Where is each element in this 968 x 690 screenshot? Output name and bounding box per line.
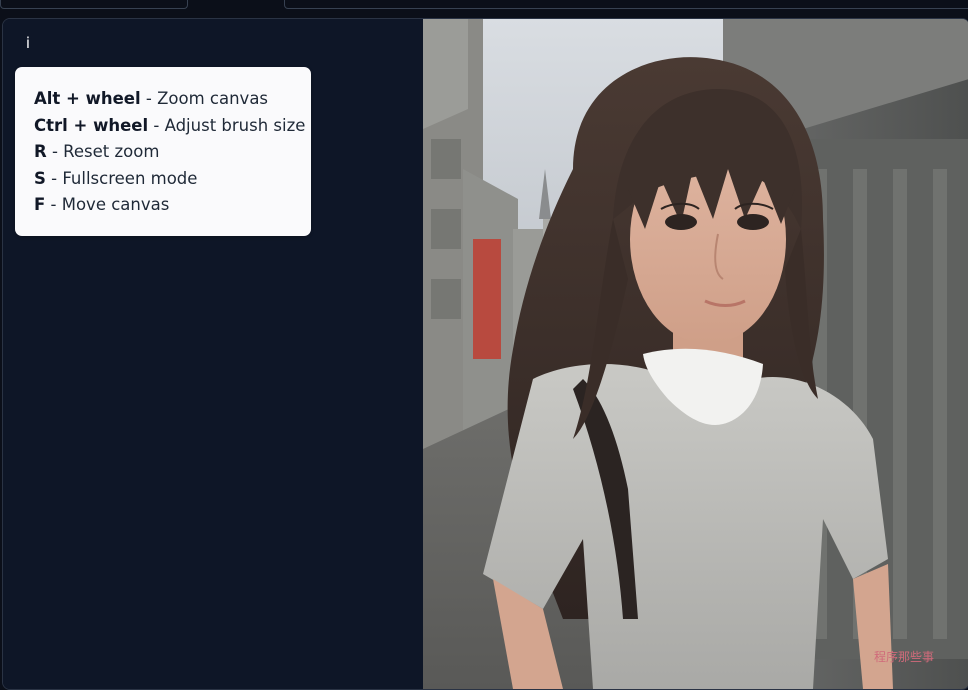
shortcut-key: F — [34, 195, 46, 214]
tab-left[interactable] — [0, 0, 188, 9]
inpaint-canvas-panel[interactable]: i Alt + wheel - Zoom canvas Ctrl + wheel… — [2, 18, 968, 690]
shortcut-desc: - Reset zoom — [46, 142, 160, 161]
tab-right[interactable] — [284, 0, 968, 9]
shortcut-row: R - Reset zoom — [34, 139, 311, 166]
shortcut-key: Alt + wheel — [34, 89, 141, 108]
top-bar — [0, 0, 968, 12]
shortcut-row: F - Move canvas — [34, 192, 311, 219]
shortcut-row: S - Fullscreen mode — [34, 166, 311, 193]
shortcut-desc: - Zoom canvas — [140, 89, 269, 108]
shortcut-desc: - Move canvas — [45, 195, 170, 214]
portrait-image[interactable] — [423, 19, 968, 689]
shortcut-row: Alt + wheel - Zoom canvas — [34, 86, 311, 113]
shortcut-desc: - Fullscreen mode — [45, 168, 198, 188]
info-icon[interactable]: i — [21, 34, 35, 52]
watermark-text: 程序那些事 — [874, 650, 935, 664]
shortcut-key: S — [34, 168, 46, 188]
shortcut-key: R — [34, 142, 47, 161]
portrait-photo-illustration — [423, 19, 968, 689]
shortcut-key: Ctrl + wheel — [34, 115, 149, 135]
shortcut-row: Ctrl + wheel - Adjust brush size — [34, 113, 311, 140]
shortcuts-tooltip: Alt + wheel - Zoom canvas Ctrl + wheel -… — [15, 67, 311, 236]
shortcut-desc: - Adjust brush size — [148, 115, 306, 135]
